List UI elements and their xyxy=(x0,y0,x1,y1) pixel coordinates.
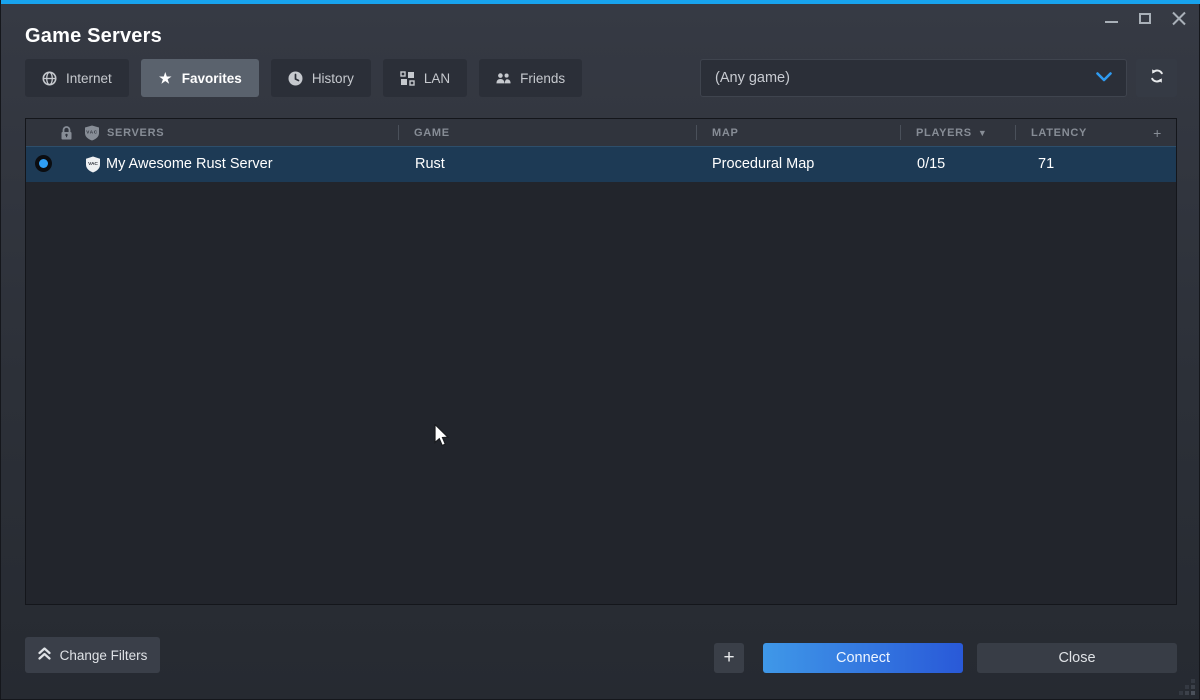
column-header-players[interactable]: PLAYERS ▼ xyxy=(900,119,1015,146)
server-tab-bar: Internet ★ Favorites History LAN Friends xyxy=(25,59,582,97)
server-cell-game: Rust xyxy=(398,146,696,182)
server-table: VAC SERVERS GAME MAP PLAYERS ▼ LATENCY + xyxy=(25,118,1177,605)
refresh-button[interactable] xyxy=(1136,59,1177,97)
window-controls xyxy=(1097,6,1193,30)
minimize-icon xyxy=(1105,21,1118,23)
close-button[interactable] xyxy=(1165,6,1193,30)
column-header-latency[interactable]: LATENCY xyxy=(1015,119,1147,146)
maximize-icon xyxy=(1139,13,1151,24)
friends-icon xyxy=(496,71,511,86)
column-label-map: MAP xyxy=(712,127,739,139)
plus-icon: + xyxy=(723,647,734,669)
column-header-servers[interactable]: VAC SERVERS xyxy=(26,119,398,146)
server-cell-players: 0/15 xyxy=(900,146,1015,182)
lan-icon xyxy=(400,71,415,86)
connect-button[interactable]: Connect xyxy=(763,643,963,673)
connect-label: Connect xyxy=(836,650,890,666)
svg-text:VAC: VAC xyxy=(88,161,98,167)
change-filters-label: Change Filters xyxy=(60,648,148,663)
server-cell-latency: 71 xyxy=(1015,146,1147,182)
game-filter-value: (Any game) xyxy=(715,70,1096,86)
close-icon xyxy=(1172,11,1186,25)
lock-icon xyxy=(60,126,73,143)
globe-icon xyxy=(42,71,57,86)
server-cell-map: Procedural Map xyxy=(696,146,900,182)
tab-friends[interactable]: Friends xyxy=(479,59,582,97)
plus-icon: + xyxy=(1153,125,1162,141)
vac-shield-icon: VAC xyxy=(84,125,100,144)
column-header-map[interactable]: MAP xyxy=(696,119,900,146)
column-divider xyxy=(696,125,697,140)
column-divider xyxy=(398,125,399,140)
minimize-button[interactable] xyxy=(1097,6,1125,30)
column-header-game[interactable]: GAME xyxy=(398,119,696,146)
column-label-servers: SERVERS xyxy=(107,119,164,146)
tab-label: Friends xyxy=(520,71,565,86)
tab-label: LAN xyxy=(424,71,450,86)
window-top-accent xyxy=(1,0,1200,4)
add-column-button[interactable]: + xyxy=(1147,119,1176,146)
server-row-selected[interactable]: VAC My Awesome Rust Server Rust Procedur… xyxy=(26,146,1176,182)
maximize-button[interactable] xyxy=(1131,6,1159,30)
page-title: Game Servers xyxy=(25,25,162,48)
column-divider xyxy=(900,125,901,140)
column-label-game: GAME xyxy=(414,127,450,139)
column-label-latency: LATENCY xyxy=(1031,127,1087,139)
tab-label: Favorites xyxy=(182,71,242,86)
tab-history[interactable]: History xyxy=(271,59,371,97)
server-cell-name: VAC My Awesome Rust Server xyxy=(26,146,398,182)
tab-internet[interactable]: Internet xyxy=(25,59,129,97)
sort-descending-icon: ▼ xyxy=(978,128,988,138)
column-label-players: PLAYERS xyxy=(916,127,972,139)
selected-radio-indicator xyxy=(35,155,52,172)
tab-lan[interactable]: LAN xyxy=(383,59,467,97)
clock-icon xyxy=(288,71,303,86)
change-filters-button[interactable]: Change Filters xyxy=(25,637,160,673)
refresh-icon xyxy=(1149,68,1165,89)
tab-label: History xyxy=(312,71,354,86)
chevron-down-icon xyxy=(1096,70,1112,86)
column-divider xyxy=(1015,125,1016,140)
tab-label: Internet xyxy=(66,71,112,86)
close-dialog-button[interactable]: Close xyxy=(977,643,1177,673)
resize-grip[interactable] xyxy=(1191,691,1195,695)
vac-secured-icon: VAC xyxy=(85,156,101,177)
add-server-button[interactable]: + xyxy=(714,643,744,673)
game-filter-dropdown[interactable]: (Any game) xyxy=(700,59,1127,97)
server-name: My Awesome Rust Server xyxy=(106,146,273,182)
star-icon: ★ xyxy=(158,71,173,86)
double-chevron-up-icon xyxy=(38,647,51,663)
close-label: Close xyxy=(1058,650,1095,666)
server-table-header: VAC SERVERS GAME MAP PLAYERS ▼ LATENCY + xyxy=(26,119,1176,146)
tab-favorites[interactable]: ★ Favorites xyxy=(141,59,259,97)
svg-text:VAC: VAC xyxy=(86,130,97,135)
